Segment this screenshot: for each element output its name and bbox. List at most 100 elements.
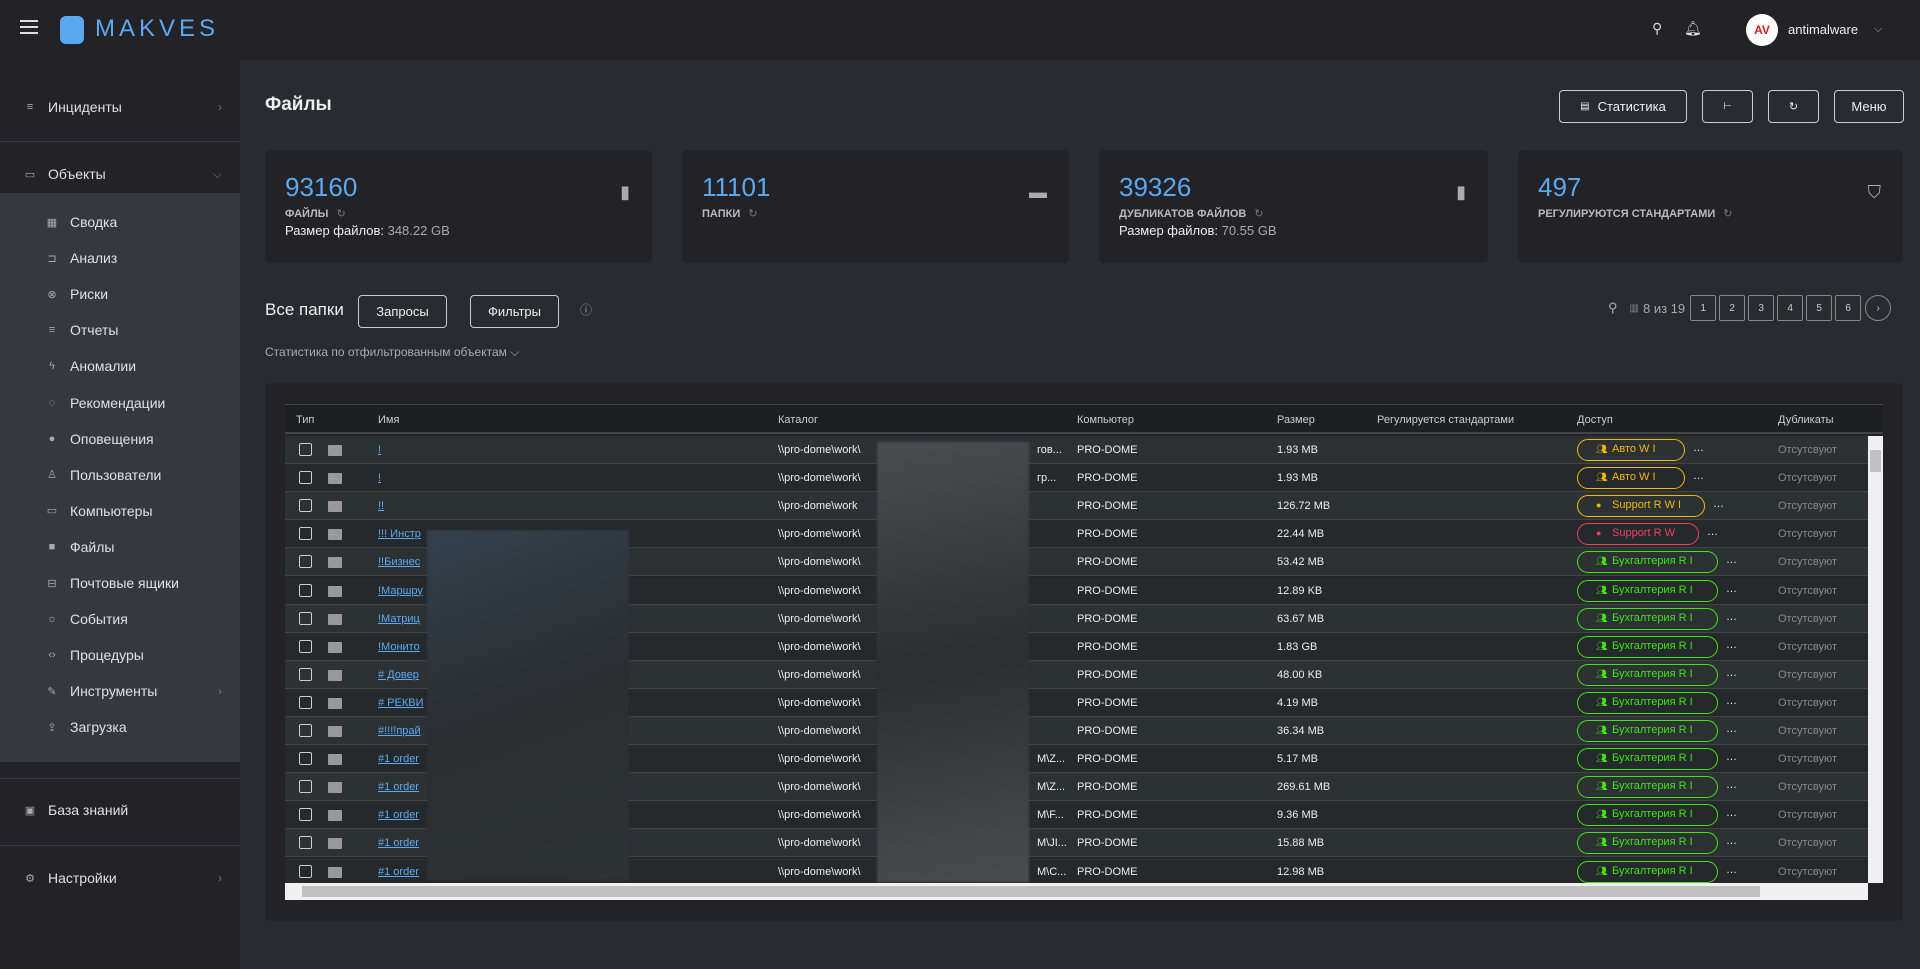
column-header[interactable]: Каталог bbox=[778, 414, 818, 426]
search-icon[interactable]: ⚲ bbox=[1608, 300, 1618, 316]
item-name-link[interactable]: !Монито bbox=[378, 641, 420, 653]
more-icon[interactable]: … bbox=[1726, 807, 1737, 819]
more-icon[interactable]: … bbox=[1726, 723, 1737, 735]
access-badge[interactable]: 👥︎ Бухгалтерия R I bbox=[1577, 607, 1718, 630]
row-checkbox[interactable] bbox=[299, 864, 312, 878]
item-name-link[interactable]: !Маршру bbox=[378, 585, 423, 597]
user-name[interactable]: antimalware bbox=[1788, 22, 1858, 37]
access-badge[interactable]: 👥︎ Бухгалтерия R I bbox=[1577, 579, 1718, 602]
item-name-link[interactable]: !!! Инстр bbox=[378, 528, 421, 540]
sidebar-item-2[interactable]: ⊗ Риски bbox=[0, 279, 240, 309]
filtered-stats-link[interactable]: Статистика по отфильтрованным объектам ⌵ bbox=[265, 345, 519, 360]
columns-icon[interactable]: ▥ bbox=[1630, 303, 1639, 314]
brand-name[interactable]: MAKVES bbox=[95, 15, 219, 43]
row-checkbox[interactable] bbox=[299, 611, 312, 625]
row-checkbox[interactable] bbox=[299, 667, 312, 681]
sidebar-item-3[interactable]: ≡ Отчеты bbox=[0, 315, 240, 345]
row-checkbox[interactable] bbox=[299, 583, 312, 597]
more-icon[interactable]: … bbox=[1726, 639, 1737, 651]
row-checkbox[interactable] bbox=[299, 639, 312, 653]
more-icon[interactable]: … bbox=[1726, 554, 1737, 566]
item-name-link[interactable]: # РЕКВИ bbox=[378, 697, 424, 709]
access-badge[interactable]: ● Support R W I bbox=[1577, 495, 1705, 518]
bell-icon[interactable]: 🔔︎ bbox=[1684, 20, 1702, 37]
sidebar-item-4[interactable]: ϟ Аномалии bbox=[0, 351, 240, 381]
item-name-link[interactable]: !Матриц bbox=[378, 613, 420, 625]
more-icon[interactable]: … bbox=[1693, 470, 1704, 482]
access-badge[interactable]: 👥︎ Бухгалтерия R I bbox=[1577, 691, 1718, 714]
table-row[interactable]: ! \\pro-dome\work\ гов... PRO-DOME 1.93 … bbox=[285, 436, 1868, 464]
row-checkbox[interactable] bbox=[299, 443, 312, 456]
more-icon[interactable]: … bbox=[1693, 442, 1704, 454]
queries-button[interactable]: Запросы bbox=[358, 295, 447, 328]
statistics-button[interactable]: ▤ Статистика bbox=[1559, 90, 1687, 123]
more-icon[interactable]: … bbox=[1726, 779, 1737, 791]
row-checkbox[interactable] bbox=[299, 724, 312, 737]
refresh-button[interactable]: ↻ bbox=[1768, 90, 1819, 123]
item-name-link[interactable]: ! bbox=[378, 444, 381, 456]
table-row[interactable]: !! \\pro-dome\work PRO-DOME 126.72 MB ● S… bbox=[285, 492, 1868, 521]
sidebar-item-7[interactable]: ♙ Пользователи bbox=[0, 460, 240, 490]
page-button[interactable]: 2 bbox=[1719, 295, 1746, 321]
row-checkbox[interactable] bbox=[299, 527, 312, 541]
menu-icon[interactable] bbox=[20, 20, 38, 34]
item-name-link[interactable]: # Довер bbox=[378, 669, 419, 681]
sidebar-item-11[interactable]: ☼ События bbox=[0, 604, 240, 634]
item-name-link[interactable]: !! bbox=[378, 500, 384, 512]
refresh-icon[interactable]: ↻ bbox=[1723, 208, 1732, 220]
column-header[interactable]: Регулируется стандартами bbox=[1377, 414, 1514, 426]
row-checkbox[interactable] bbox=[299, 499, 312, 513]
access-badge[interactable]: 👥︎ Бухгалтерия R I bbox=[1577, 860, 1718, 883]
row-checkbox[interactable] bbox=[299, 780, 312, 794]
access-badge[interactable]: 👥︎ Бухгалтерия R I bbox=[1577, 663, 1718, 686]
more-icon[interactable]: … bbox=[1726, 751, 1737, 763]
column-header[interactable]: Размер bbox=[1277, 414, 1315, 426]
more-icon[interactable]: … bbox=[1726, 667, 1737, 679]
page-button[interactable]: 4 bbox=[1777, 295, 1804, 321]
sidebar-item-incidents[interactable]: ≡ Инциденты › bbox=[0, 92, 240, 122]
page-button[interactable]: 1 bbox=[1690, 295, 1717, 321]
access-badge[interactable]: 👥︎ Бухгалтерия R I bbox=[1577, 720, 1718, 742]
column-header[interactable]: Дубликаты bbox=[1778, 414, 1834, 426]
item-name-link[interactable]: #1 order bbox=[378, 837, 419, 849]
avatar[interactable]: AV bbox=[1746, 14, 1778, 46]
column-header[interactable]: Компьютер bbox=[1077, 414, 1134, 426]
menu-button[interactable]: Меню bbox=[1834, 90, 1904, 123]
access-badge[interactable]: 👥︎ Бухгалтерия R I bbox=[1577, 551, 1718, 574]
item-name-link[interactable]: #!!!!прай bbox=[378, 725, 421, 737]
access-badge[interactable]: 👥︎ Авто W I bbox=[1577, 467, 1685, 490]
item-name-link[interactable]: !!Бизнес bbox=[378, 556, 420, 568]
sidebar-item-13[interactable]: ✎ Инструменты › bbox=[0, 676, 240, 706]
sidebar-item-10[interactable]: ⊟ Почтовые ящики bbox=[0, 568, 240, 598]
item-name-link[interactable]: #1 order bbox=[378, 809, 419, 821]
next-page-button[interactable]: › bbox=[1865, 295, 1892, 321]
access-badge[interactable]: 👥︎ Бухгалтерия R I bbox=[1577, 635, 1718, 658]
sidebar-item-14[interactable]: ⇪ Загрузка bbox=[0, 712, 240, 742]
sidebar-item-knowledge[interactable]: ▣ База знаний bbox=[0, 795, 240, 825]
access-badge[interactable]: 👥︎ Бухгалтерия R I bbox=[1577, 748, 1718, 771]
sidebar-item-12[interactable]: ‹› Процедуры bbox=[0, 640, 240, 670]
refresh-icon[interactable]: ↻ bbox=[1254, 208, 1263, 220]
more-icon[interactable]: … bbox=[1726, 695, 1737, 707]
sidebar-item-9[interactable]: ■ Файлы bbox=[0, 532, 240, 562]
sidebar-item-6[interactable]: ● Оповещения bbox=[0, 424, 240, 454]
item-name-link[interactable]: ! bbox=[378, 472, 381, 484]
more-icon[interactable]: … bbox=[1713, 498, 1724, 510]
more-icon[interactable]: … bbox=[1726, 583, 1737, 595]
more-icon[interactable]: … bbox=[1726, 611, 1737, 623]
row-checkbox[interactable] bbox=[299, 555, 312, 569]
chevron-down-icon[interactable]: ⌵ bbox=[1874, 23, 1882, 36]
more-icon[interactable]: … bbox=[1726, 864, 1737, 876]
search-icon[interactable]: ⚲ bbox=[1652, 20, 1662, 37]
access-badge[interactable]: 👥︎ Бухгалтерия R I bbox=[1577, 804, 1718, 827]
row-checkbox[interactable] bbox=[299, 695, 312, 709]
info-icon[interactable]: ⓘ bbox=[580, 301, 592, 318]
sidebar-item-1[interactable]: ⊐ Анализ bbox=[0, 243, 240, 273]
horizontal-scroll-thumb[interactable] bbox=[302, 886, 1760, 897]
filters-button[interactable]: Фильтры bbox=[470, 295, 559, 328]
column-header[interactable]: Имя bbox=[378, 414, 399, 426]
sidebar-item-settings[interactable]: ⚙ Настройки › bbox=[0, 863, 240, 893]
item-name-link[interactable]: #1 order bbox=[378, 753, 419, 765]
column-header[interactable]: Тип bbox=[296, 414, 314, 426]
page-button[interactable]: 6 bbox=[1835, 295, 1862, 321]
